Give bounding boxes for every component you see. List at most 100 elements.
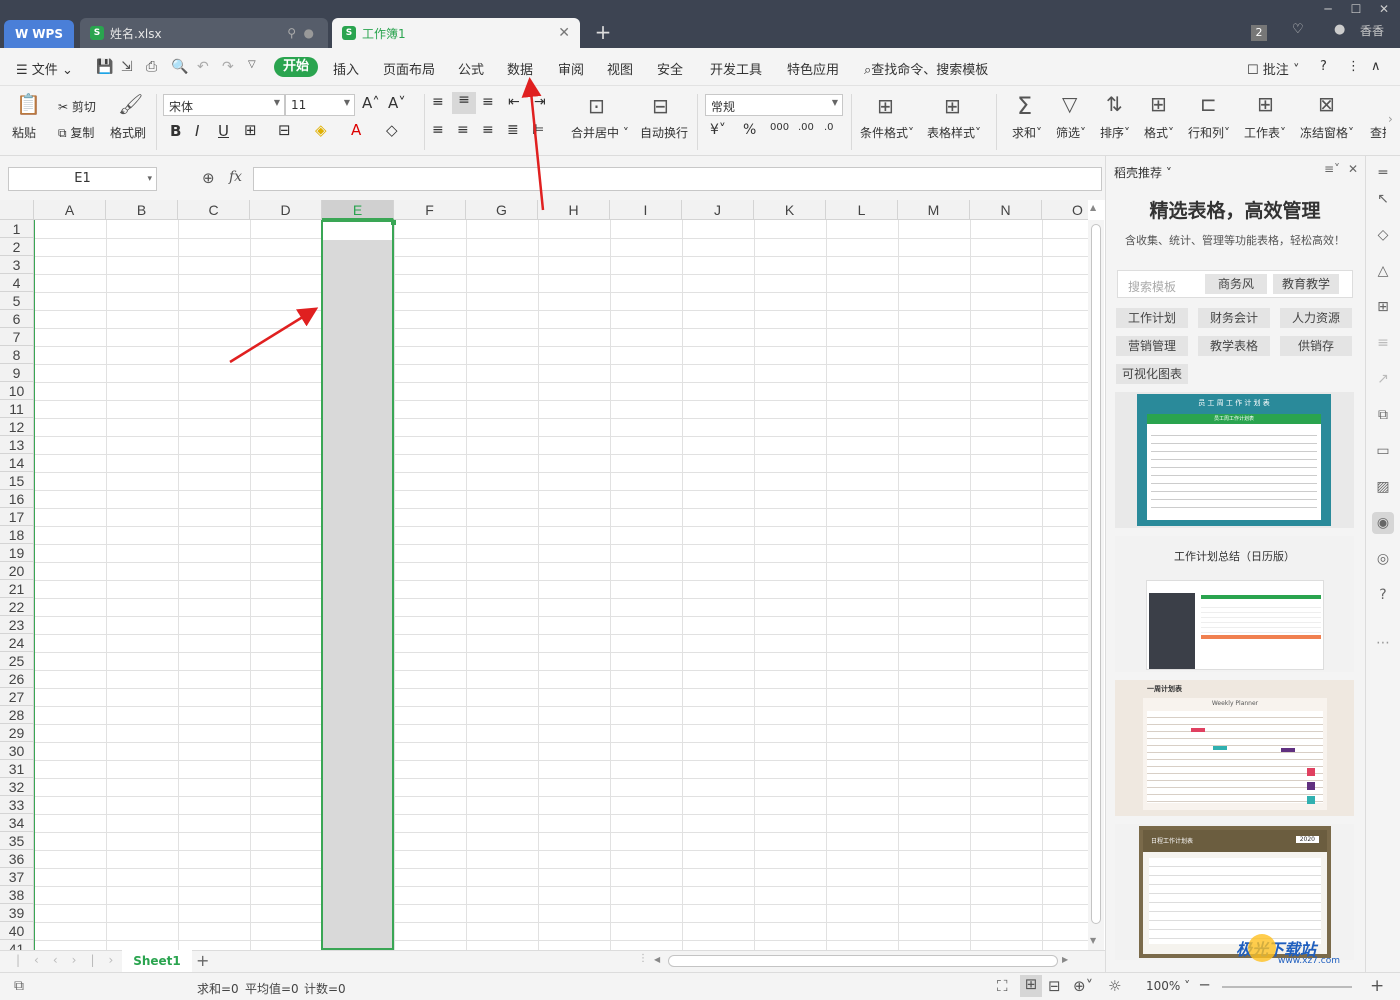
- template-recommend-icon[interactable]: ◉: [1372, 512, 1394, 534]
- template-card-1[interactable]: 员 工 周 工 作 计 划 表 员工周工作计划表: [1115, 392, 1354, 528]
- new-tab-button[interactable]: +: [592, 22, 614, 44]
- table-style-button[interactable]: 表格样式˅: [927, 124, 981, 141]
- row-header[interactable]: 22: [0, 598, 34, 616]
- split-handle-icon[interactable]: ⋮: [638, 953, 648, 964]
- template-card-3[interactable]: 一周计划表 Weekly Planner: [1115, 680, 1354, 816]
- format-icon[interactable]: ⊞: [1150, 92, 1167, 116]
- maximize-icon[interactable]: ☐: [1342, 0, 1370, 18]
- row-header[interactable]: 4: [0, 274, 34, 292]
- row-header[interactable]: 23: [0, 616, 34, 634]
- menu-security[interactable]: 安全: [657, 59, 683, 78]
- indent-decrease-icon[interactable]: ⇤: [508, 94, 520, 110]
- align-top-icon[interactable]: ≡: [432, 94, 444, 110]
- freeze-icon[interactable]: ⊠: [1318, 92, 1335, 116]
- menu-view[interactable]: 视图: [607, 59, 633, 78]
- formula-input[interactable]: [253, 167, 1102, 191]
- format-button[interactable]: 格式˅: [1144, 124, 1174, 141]
- paste-button[interactable]: 粘贴: [12, 124, 36, 141]
- menu-developer[interactable]: 开发工具: [710, 59, 762, 78]
- column-header-n[interactable]: N: [970, 200, 1042, 220]
- sheet-nav-icons[interactable]: |‹‹›|›: [16, 953, 127, 967]
- cell-style-icon[interactable]: ⊟: [278, 121, 291, 139]
- vertical-scrollbar[interactable]: [1088, 220, 1104, 950]
- decrease-decimal-icon[interactable]: .0: [824, 122, 834, 133]
- increase-decimal-icon[interactable]: .00: [798, 122, 814, 133]
- pin-icon[interactable]: ⚲: [287, 26, 296, 40]
- decrease-font-icon[interactable]: A˅: [388, 94, 406, 112]
- row-header[interactable]: 19: [0, 544, 34, 562]
- row-header[interactable]: 41: [0, 940, 34, 950]
- scroll-left-icon[interactable]: ◀: [654, 955, 660, 964]
- align-right-icon[interactable]: ≡: [482, 122, 494, 138]
- zoom-level[interactable]: 100% ˅: [1146, 979, 1190, 993]
- scroll-up-icon[interactable]: ▲: [1090, 203, 1096, 212]
- menu-page-layout[interactable]: 页面布局: [383, 59, 435, 78]
- increase-font-icon[interactable]: A˄: [362, 94, 380, 112]
- shapes-icon[interactable]: ◇: [1374, 226, 1392, 244]
- menu-data[interactable]: 数据: [507, 59, 533, 78]
- customize-icon[interactable]: ▽: [248, 59, 256, 70]
- collapse-sidebar-icon[interactable]: ═: [1374, 164, 1392, 182]
- row-header[interactable]: 3: [0, 256, 34, 274]
- row-header[interactable]: 25: [0, 652, 34, 670]
- panel-menu-icon[interactable]: ≡˅: [1324, 162, 1340, 176]
- column-header-c[interactable]: C: [178, 200, 250, 220]
- tab-wps[interactable]: W WPS: [4, 20, 74, 48]
- border-icon[interactable]: ⊞: [244, 121, 257, 139]
- row-header[interactable]: 1: [0, 220, 34, 238]
- cursor-icon[interactable]: ↖: [1374, 190, 1392, 208]
- filter-button[interactable]: 筛选˅: [1056, 124, 1086, 141]
- find-button[interactable]: 查找: [1370, 124, 1386, 141]
- spreadsheet-grid[interactable]: A B C D E F G H I J K L M N O 1 2 3 4 5 6 7 8 9 10 11 12 13 14 15 16 17…: [0, 200, 1088, 950]
- chip-hr[interactable]: 人力资源: [1280, 308, 1352, 328]
- menu-start[interactable]: 开始: [274, 57, 318, 77]
- merge-center-button[interactable]: 合并居中 ˅: [571, 124, 629, 141]
- font-color-icon[interactable]: A: [351, 121, 361, 139]
- column-header-a[interactable]: A: [34, 200, 106, 220]
- selected-column-e[interactable]: [321, 220, 394, 950]
- chart-icon[interactable]: ◎: [1374, 550, 1392, 568]
- chip-finance[interactable]: 财务会计: [1198, 308, 1270, 328]
- conditional-format-icon[interactable]: ⊞: [877, 94, 894, 118]
- row-header[interactable]: 38: [0, 886, 34, 904]
- row-header[interactable]: 2: [0, 238, 34, 256]
- collapse-ribbon-icon[interactable]: ∧: [1371, 59, 1381, 74]
- menu-file[interactable]: ☰ 文件 ⌄: [16, 59, 73, 78]
- template-search[interactable]: 搜索模板 商务风 教育教学: [1117, 270, 1353, 298]
- format-painter-button[interactable]: 格式刷: [110, 124, 146, 141]
- reading-mode-icon[interactable]: ⊕˅: [1073, 977, 1093, 995]
- chip-education[interactable]: 教育教学: [1273, 274, 1339, 294]
- wrap-text-button[interactable]: 自动换行: [640, 124, 688, 141]
- print-icon[interactable]: ⎙: [146, 59, 157, 75]
- export-icon[interactable]: ⇲: [121, 59, 133, 75]
- row-header[interactable]: 11: [0, 400, 34, 418]
- image-icon[interactable]: ▨: [1374, 478, 1392, 496]
- sort-button[interactable]: 排序˅: [1100, 124, 1130, 141]
- column-header-l[interactable]: L: [826, 200, 898, 220]
- skin-icon[interactable]: ♡: [1292, 22, 1304, 37]
- row-header[interactable]: 26: [0, 670, 34, 688]
- row-header[interactable]: 6: [0, 310, 34, 328]
- close-window-icon[interactable]: ✕: [1370, 0, 1398, 18]
- table-icon[interactable]: ⊞: [1374, 298, 1392, 316]
- row-col-button[interactable]: 行和列˅: [1188, 124, 1230, 141]
- row-header[interactable]: 37: [0, 868, 34, 886]
- clear-icon[interactable]: ◇: [386, 121, 398, 139]
- scroll-down-icon[interactable]: ▼: [1090, 936, 1096, 945]
- row-header[interactable]: 28: [0, 706, 34, 724]
- column-header-b[interactable]: B: [106, 200, 178, 220]
- row-header[interactable]: 33: [0, 796, 34, 814]
- row-header[interactable]: 18: [0, 526, 34, 544]
- help-icon[interactable]: ?: [1320, 59, 1327, 74]
- row-header[interactable]: 40: [0, 922, 34, 940]
- row-header[interactable]: 27: [0, 688, 34, 706]
- column-header-o[interactable]: O: [1042, 200, 1088, 220]
- worksheet-icon[interactable]: ⊞: [1257, 92, 1274, 116]
- thousands-icon[interactable]: 000: [770, 122, 789, 133]
- normal-view-icon[interactable]: ⊞: [1020, 975, 1042, 997]
- username[interactable]: 香香: [1360, 22, 1384, 39]
- minimize-icon[interactable]: ─: [1314, 0, 1342, 18]
- fx-icon[interactable]: fx: [229, 169, 242, 185]
- zoom-in-icon[interactable]: +: [1370, 976, 1384, 996]
- sum-button[interactable]: 求和˅: [1012, 124, 1042, 141]
